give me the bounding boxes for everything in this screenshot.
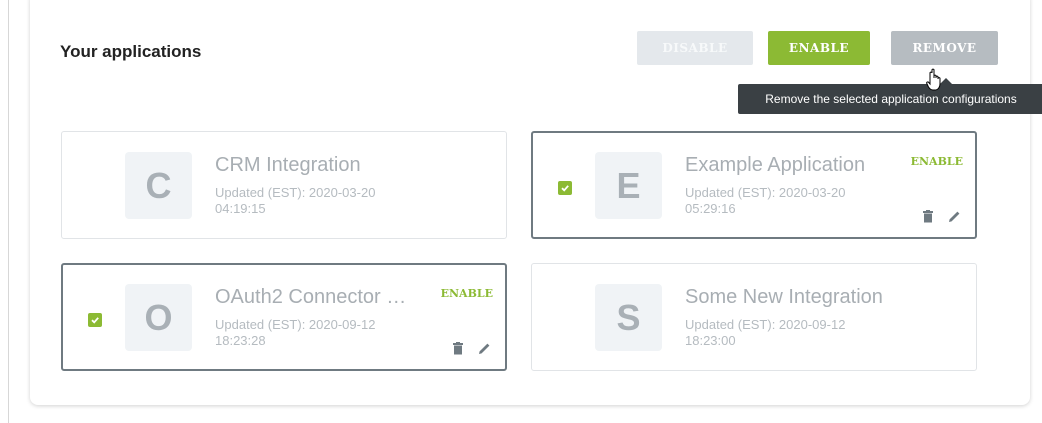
enable-button[interactable]: ENABLE bbox=[768, 31, 870, 65]
application-updated: Updated (EST): 2020-03-20 05:29:16 bbox=[685, 185, 885, 217]
trash-icon[interactable] bbox=[452, 342, 464, 355]
updated-time: 18:23:00 bbox=[685, 333, 736, 348]
card-actions bbox=[922, 210, 961, 223]
updated-time: 04:19:15 bbox=[215, 201, 266, 216]
application-avatar: E bbox=[595, 152, 662, 219]
application-card[interactable]: E Example Application Updated (EST): 202… bbox=[531, 131, 977, 239]
application-name: OAuth2 Connector … bbox=[215, 286, 407, 308]
application-updated: Updated (EST): 2020-03-20 04:19:15 bbox=[215, 185, 415, 217]
application-avatar: S bbox=[595, 284, 662, 351]
disable-button[interactable]: DISABLE bbox=[637, 31, 753, 65]
application-card[interactable]: C CRM Integration Updated (EST): 2020-03… bbox=[61, 131, 507, 239]
card-enable-link[interactable]: ENABLE bbox=[911, 155, 963, 168]
updated-date: Updated (EST): 2020-03-20 bbox=[685, 185, 846, 200]
trash-icon[interactable] bbox=[922, 210, 934, 223]
pencil-icon[interactable] bbox=[948, 210, 961, 223]
application-name: Example Application bbox=[685, 154, 866, 176]
remove-tooltip: Remove the selected application configur… bbox=[738, 78, 1042, 114]
checkbox-checked-icon[interactable] bbox=[88, 313, 102, 327]
application-name: CRM Integration bbox=[215, 154, 361, 176]
checkbox-checked-icon[interactable] bbox=[558, 181, 572, 195]
application-avatar: O bbox=[125, 284, 192, 351]
application-updated: Updated (EST): 2020-09-12 18:23:00 bbox=[685, 317, 885, 349]
hand-pointer-icon bbox=[926, 68, 946, 92]
card-actions bbox=[452, 342, 491, 355]
card-enable-link[interactable]: ENABLE bbox=[441, 287, 493, 300]
pencil-icon[interactable] bbox=[478, 342, 491, 355]
updated-date: Updated (EST): 2020-09-12 bbox=[685, 317, 846, 332]
application-name: Some New Integration bbox=[685, 286, 883, 308]
remove-button[interactable]: REMOVE bbox=[891, 31, 998, 65]
application-avatar: C bbox=[125, 152, 192, 219]
panel-title: Your applications bbox=[60, 42, 202, 61]
updated-date: Updated (EST): 2020-09-12 bbox=[215, 317, 376, 332]
updated-date: Updated (EST): 2020-03-20 bbox=[215, 185, 376, 200]
application-card[interactable]: O OAuth2 Connector … Updated (EST): 2020… bbox=[61, 263, 507, 371]
frame-divider bbox=[8, 0, 9, 423]
application-updated: Updated (EST): 2020-09-12 18:23:28 bbox=[215, 317, 415, 349]
tooltip-text: Remove the selected application configur… bbox=[765, 92, 1017, 106]
updated-time: 18:23:28 bbox=[215, 333, 266, 348]
application-card[interactable]: S Some New Integration Updated (EST): 20… bbox=[531, 263, 977, 371]
applications-panel: Your applications DISABLE ENABLE REMOVE … bbox=[30, 0, 1042, 405]
updated-time: 05:29:16 bbox=[685, 201, 736, 216]
